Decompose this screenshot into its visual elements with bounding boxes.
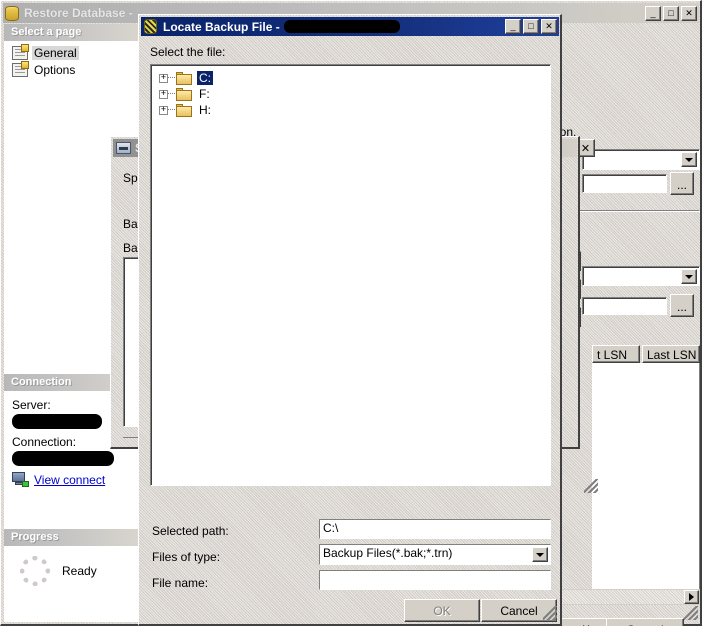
restore-source-browse-button[interactable]: ... — [670, 294, 694, 317]
restore-minimize-button[interactable]: _ — [645, 5, 661, 21]
files-of-type-value: Backup Files(*.bak;*.trn) — [323, 546, 453, 560]
progress-spinner-icon — [20, 556, 50, 586]
tree-node-c-drive[interactable]: + C: — [151, 70, 550, 86]
page-list: General Options — [4, 41, 143, 78]
restore-close-button[interactable]: ✕ — [681, 5, 697, 21]
tree-connector-f — [168, 93, 175, 95]
file-tree[interactable]: + C: + F: + H: — [150, 64, 551, 486]
locate-title: Locate Backup File - — [163, 19, 280, 34]
connection-value-redacted — [12, 451, 114, 466]
locate-maximize-button[interactable]: □ — [523, 19, 539, 34]
restore-window-controls: _ □ ✕ — [645, 5, 697, 21]
tape-device-icon — [116, 142, 131, 154]
progress-body: Ready — [4, 546, 143, 596]
locate-minimize-button[interactable]: _ — [505, 19, 521, 34]
grid-horizontal-scrollbar[interactable] — [545, 589, 700, 605]
progress-header: Progress — [4, 529, 143, 546]
scroll-right-icon[interactable] — [684, 590, 699, 604]
page-options-icon — [12, 60, 29, 77]
restore-device-browse-button[interactable]: ... — [670, 172, 694, 195]
restore-maximize-button[interactable]: □ — [663, 5, 679, 21]
locate-close-button[interactable]: ✕ — [541, 19, 557, 34]
tree-connector-c — [168, 77, 175, 79]
view-connection-link[interactable]: View connect — [34, 473, 105, 487]
grid-header-first-lsn[interactable]: t LSN — [592, 345, 640, 363]
locate-window-controls: _ □ ✕ — [505, 19, 557, 34]
files-of-type-select[interactable]: Backup Files(*.bak;*.trn) — [319, 544, 551, 565]
file-name-input[interactable] — [319, 570, 551, 590]
files-of-type-label: Files of type: — [152, 550, 221, 564]
restore-database-combo[interactable] — [582, 149, 700, 170]
chevron-down-icon[interactable] — [681, 152, 697, 167]
restore-source-combo[interactable] — [582, 266, 700, 286]
restore-cancel-button[interactable]: Cancel — [606, 618, 684, 626]
restore-resize-grip[interactable] — [584, 479, 602, 497]
locate-ok-button[interactable]: OK — [404, 599, 480, 622]
selected-path-input[interactable]: C:\ — [319, 519, 551, 539]
tree-label-c: C: — [197, 71, 213, 85]
computer-connection-icon — [12, 472, 29, 487]
sidebar-item-options[interactable]: Options — [10, 60, 143, 78]
locate-titlebar[interactable]: Locate Backup File - _ □ ✕ — [141, 17, 559, 36]
files-of-type-chevron-down-icon[interactable] — [532, 547, 548, 562]
locate-backup-icon — [144, 19, 157, 34]
screen-root: Restore Database - _ □ ✕ Select a page G… — [0, 0, 702, 626]
expand-icon-c[interactable]: + — [159, 73, 168, 83]
view-connection-row[interactable]: View connect — [12, 472, 143, 487]
locate-dialog-body: Select the file: + C: + F: + H: Selected… — [141, 36, 559, 623]
tree-node-f-drive[interactable]: + F: — [151, 86, 550, 102]
restore-device-field[interactable] — [582, 174, 667, 193]
tree-connector-h — [168, 109, 175, 111]
window-resize-grip[interactable] — [684, 606, 700, 622]
selected-path-label: Selected path: — [152, 524, 229, 538]
expand-icon-h[interactable]: + — [159, 105, 168, 115]
locate-resize-grip[interactable] — [543, 606, 559, 622]
folder-icon-c — [176, 71, 192, 85]
select-the-file-label: Select the file: — [150, 45, 226, 59]
locate-ok-label: OK — [433, 603, 451, 618]
restore-database-title: Restore Database - — [24, 6, 133, 20]
locate-title-redacted — [283, 20, 400, 33]
folder-icon-h — [176, 103, 192, 117]
folder-icon-f — [176, 87, 192, 101]
file-name-label: File name: — [152, 576, 209, 590]
server-value-redacted — [12, 414, 102, 429]
restore-backup-sets-grid[interactable] — [592, 363, 700, 589]
sidebar-item-general-label: General — [32, 45, 79, 60]
progress-section: Progress Ready — [4, 529, 143, 596]
restore-source-field[interactable] — [582, 297, 667, 315]
tree-label-f: F: — [199, 87, 210, 101]
tree-node-h-drive[interactable]: + H: — [151, 102, 550, 118]
select-a-page-header: Select a page — [4, 24, 143, 41]
chevron-down-icon-2[interactable] — [681, 269, 697, 284]
database-icon — [5, 5, 19, 21]
progress-status-text: Ready — [62, 564, 97, 578]
grid-header-last-lsn[interactable]: Last LSN — [642, 345, 700, 363]
sidebar-item-general[interactable]: General — [10, 43, 143, 61]
expand-icon-f[interactable]: + — [159, 89, 168, 99]
sidebar-item-options-label: Options — [34, 62, 76, 77]
locate-backup-file-dialog: Locate Backup File - _ □ ✕ Select the fi… — [138, 14, 562, 626]
page-general-icon — [12, 43, 29, 60]
tree-label-h: H: — [199, 103, 211, 117]
